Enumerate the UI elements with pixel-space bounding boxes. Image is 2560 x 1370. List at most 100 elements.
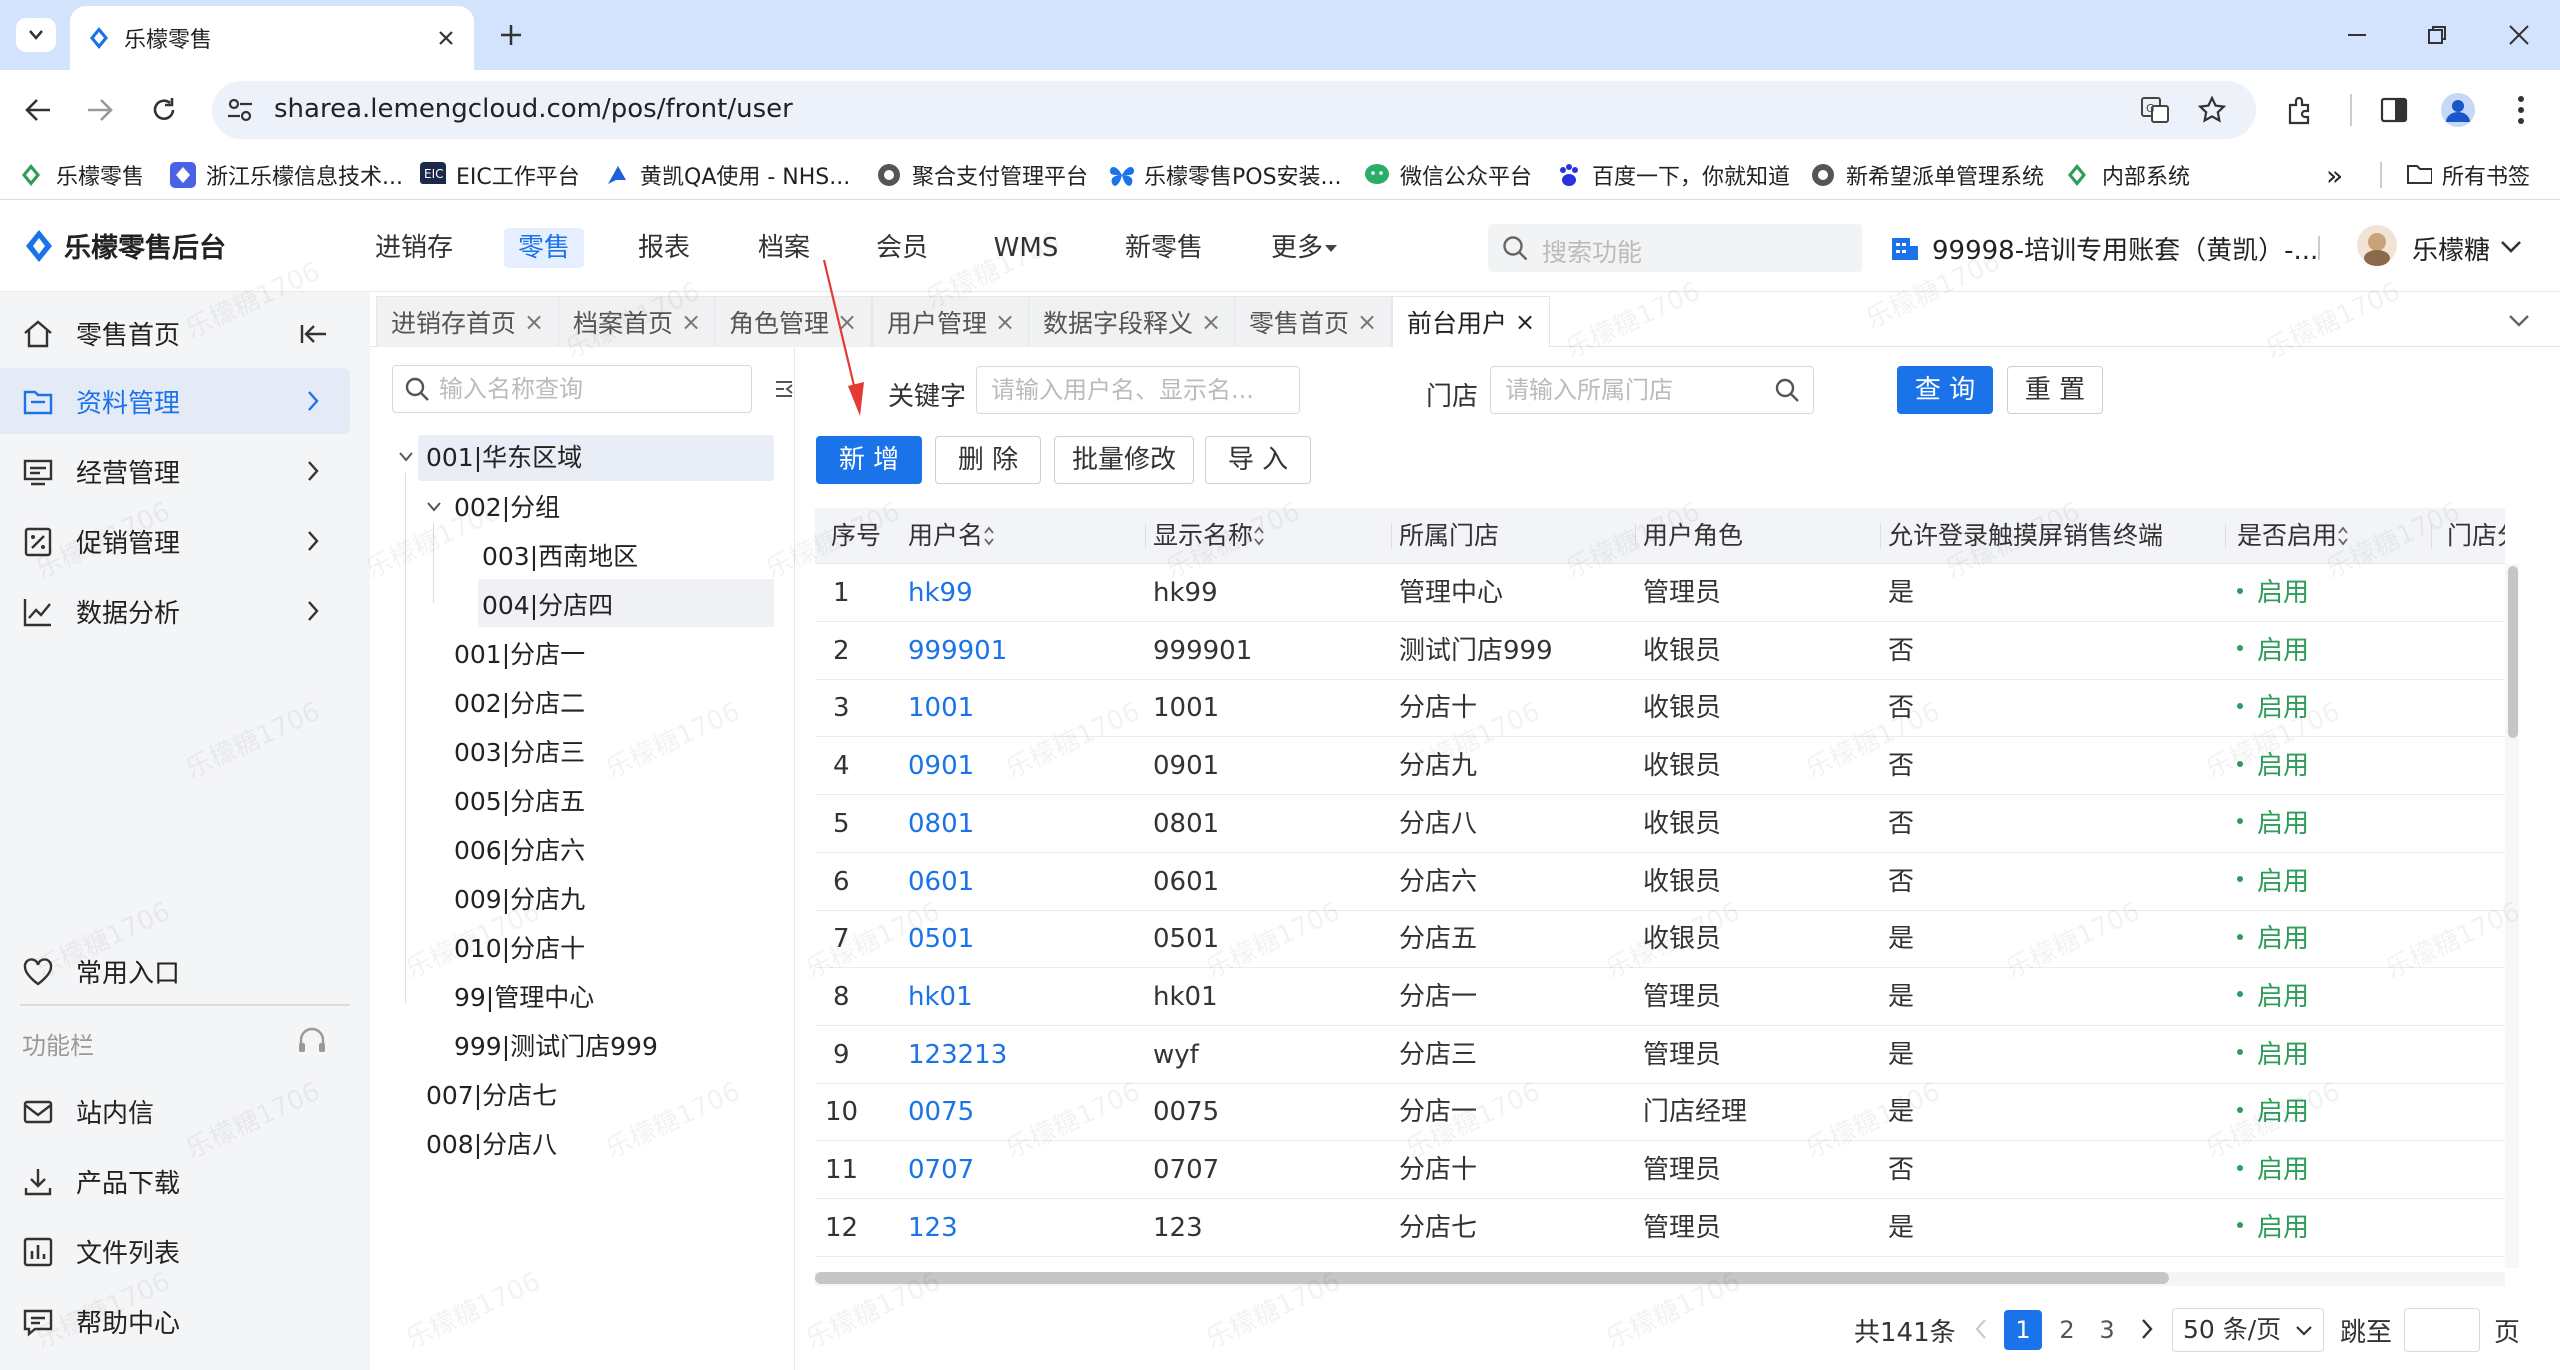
sidebar-common-entry[interactable]: 常用入口 <box>0 938 350 1004</box>
page-tab-active[interactable]: 前台用户 × <box>1392 296 1551 347</box>
sidebar-item-data-analysis[interactable]: 数据分析 <box>0 578 350 644</box>
bookmark-item[interactable]: 浙江乐檬信息技术... <box>170 150 403 200</box>
close-icon[interactable] <box>436 28 456 48</box>
tree-node[interactable]: 010|分店十 <box>454 925 585 973</box>
bookmark-item[interactable]: 微信公众平台 <box>1364 150 1532 200</box>
account-name[interactable]: 99998-培训专用账套（黄凯）-... <box>1932 230 2318 267</box>
table-row[interactable]: 8 hk01 hk01 分店一 管理员 是 启用 <box>815 968 2505 1026</box>
app-logo[interactable]: 乐檬零售后台 <box>24 226 226 265</box>
window-close-icon[interactable] <box>2508 24 2530 46</box>
sort-icon[interactable] <box>1253 525 1265 547</box>
nav-item-more[interactable]: 更多 <box>1262 228 1332 268</box>
tree-node[interactable]: 005|分店五 <box>454 778 585 826</box>
nav-item[interactable]: 档案 <box>744 228 824 268</box>
chevron-down-icon[interactable] <box>426 501 442 513</box>
back-arrow-icon[interactable] <box>24 97 52 123</box>
tree-node[interactable]: 003|西南地区 <box>482 533 638 581</box>
bookmark-item[interactable]: 聚合支付管理平台 <box>876 150 1088 200</box>
side-panel-icon[interactable] <box>2380 96 2408 124</box>
chevron-down-icon[interactable] <box>398 451 414 463</box>
username-link[interactable]: 123213 <box>908 1026 1007 1084</box>
tree-node[interactable]: 004|分店四 <box>482 582 613 630</box>
tree-node[interactable]: 99|管理中心 <box>454 974 594 1022</box>
page-button-active[interactable]: 1 <box>2004 1310 2042 1350</box>
table-row[interactable]: 3 1001 1001 分店十 收银员 否 启用 <box>815 679 2505 738</box>
page-tab[interactable]: 用户管理 × <box>872 296 1031 347</box>
username-link[interactable]: 0707 <box>908 1141 974 1199</box>
table-row[interactable]: 4 0901 0901 分店九 收银员 否 启用 <box>815 737 2505 796</box>
profile-avatar-icon[interactable] <box>2440 92 2476 128</box>
username-link[interactable]: 1001 <box>908 679 974 737</box>
tree-node[interactable]: 006|分店六 <box>454 827 585 875</box>
user-avatar[interactable] <box>2356 224 2398 266</box>
page-tab[interactable]: 数据字段释义 × <box>1028 296 1237 347</box>
minimize-icon[interactable] <box>2346 24 2368 46</box>
tree-node[interactable]: 009|分店九 <box>454 876 585 924</box>
username-link[interactable]: 0801 <box>908 795 974 853</box>
restore-icon[interactable] <box>2426 24 2448 46</box>
tree-node[interactable]: 003|分店三 <box>454 729 585 777</box>
close-icon[interactable]: × <box>995 308 1015 336</box>
bookmark-item[interactable]: 乐檬零售 <box>20 150 144 200</box>
tab-search-button[interactable] <box>16 18 56 52</box>
close-icon[interactable]: × <box>1357 308 1377 336</box>
close-icon[interactable]: × <box>1201 308 1221 336</box>
close-icon[interactable]: × <box>524 308 544 336</box>
all-bookmarks-button[interactable]: 所有书签 <box>2406 150 2530 200</box>
sidebar-item-promotions[interactable]: 促销管理 <box>0 508 350 574</box>
extensions-icon[interactable] <box>2286 95 2316 125</box>
new-tab-plus-icon[interactable] <box>498 22 524 48</box>
browser-tab-active[interactable]: 乐檬零售 <box>70 6 474 70</box>
close-icon[interactable]: × <box>1515 308 1535 336</box>
reload-icon[interactable] <box>150 96 178 124</box>
sort-icon[interactable] <box>2337 525 2349 547</box>
star-icon[interactable] <box>2198 96 2226 124</box>
tree-node[interactable]: 002|分店二 <box>454 680 585 728</box>
nav-item[interactable]: 新零售 <box>1116 228 1212 268</box>
page-tab[interactable]: 档案首页 × <box>558 296 717 347</box>
page-button[interactable]: 2 <box>2048 1310 2086 1350</box>
close-icon[interactable]: × <box>681 308 701 336</box>
kebab-menu-icon[interactable] <box>2516 94 2526 126</box>
nav-item[interactable]: 进销存 <box>366 228 462 268</box>
page-tab[interactable]: 零售首页 × <box>1234 296 1393 347</box>
bookmark-item[interactable]: 乐檬零售POS安装... <box>1108 150 1342 200</box>
headset-icon[interactable] <box>296 1026 328 1058</box>
column-header[interactable]: 显示名称 <box>1153 508 1253 564</box>
bookmark-item[interactable]: 内部系统 <box>2066 150 2190 200</box>
keyword-input[interactable]: 请输入用户名、显示名... <box>976 366 1300 414</box>
column-header[interactable]: 用户名 <box>908 508 983 564</box>
username-link[interactable]: hk99 <box>908 564 973 622</box>
table-row[interactable]: 11 0707 0707 分店十 管理员 否 启用 <box>815 1141 2505 1199</box>
delete-button[interactable]: 删 除 <box>935 436 1041 484</box>
nav-item-active[interactable]: 零售 <box>504 228 584 268</box>
add-button[interactable]: 新 增 <box>816 436 922 484</box>
bookmark-item[interactable]: 黄凯QA使用 - NHS... <box>604 150 850 200</box>
collapse-left-icon[interactable] <box>300 322 328 346</box>
username-link[interactable]: 0501 <box>908 910 974 968</box>
table-row[interactable]: 10 0075 0075 分店一 门店经理 是 启用 <box>815 1083 2505 1142</box>
table-row[interactable]: 7 0501 0501 分店五 收银员 是 启用 <box>815 910 2505 969</box>
bookmark-item[interactable]: 新希望派单管理系统 <box>1810 150 2044 200</box>
store-input[interactable]: 请输入所属门店 <box>1490 366 1814 414</box>
table-row[interactable]: 1 hk99 hk99 管理中心 管理员 是 启用 <box>815 564 2505 622</box>
tree-node[interactable]: 007|分店七 <box>426 1072 557 1120</box>
translate-icon[interactable]: G <box>2140 96 2170 124</box>
sidebar-item-data-management[interactable]: 资料管理 <box>0 368 350 434</box>
search-icon[interactable] <box>1775 378 1801 404</box>
username-link[interactable]: 0075 <box>908 1083 974 1141</box>
table-row[interactable]: 5 0801 0801 分店八 收银员 否 启用 <box>815 795 2505 853</box>
address-bar[interactable]: sharea.lemengcloud.com/pos/front/user G <box>212 81 2256 139</box>
tree-search-input[interactable]: 输入名称查询 <box>392 365 752 413</box>
tree-node[interactable]: 008|分店八 <box>426 1121 557 1169</box>
sidebar-item-messages[interactable]: 站内信 <box>0 1078 350 1144</box>
tree-node[interactable]: 001|华东区域 <box>426 434 582 482</box>
batch-edit-button[interactable]: 批量修改 <box>1054 436 1194 484</box>
sidebar-item-operations[interactable]: 经营管理 <box>0 438 350 504</box>
nav-item[interactable]: WMS <box>986 228 1066 268</box>
nav-item[interactable]: 会员 <box>862 228 942 268</box>
bookmark-item[interactable]: 百度一下，你就知道 <box>1556 150 1790 200</box>
sidebar-item-file-list[interactable]: 文件列表 <box>0 1218 350 1284</box>
horizontal-scrollbar-thumb[interactable] <box>815 1272 2169 1284</box>
sidebar-item-help-center[interactable]: 帮助中心 <box>0 1288 350 1354</box>
